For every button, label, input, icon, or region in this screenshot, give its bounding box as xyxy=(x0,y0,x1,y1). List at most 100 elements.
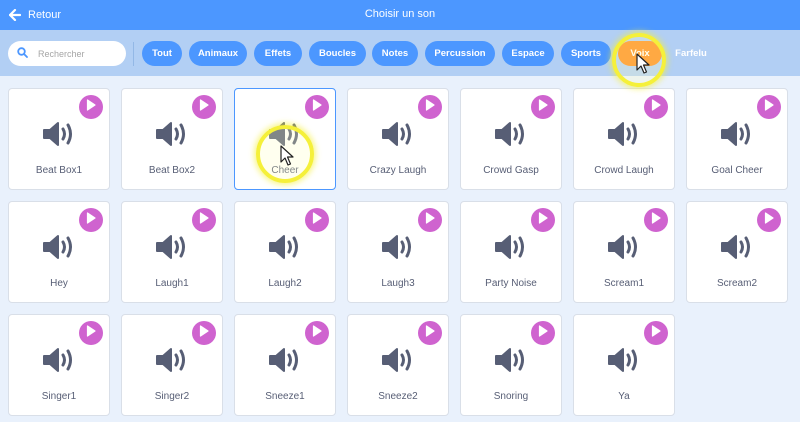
sound-tile[interactable]: Goal Cheer xyxy=(686,88,788,190)
sound-tile[interactable]: Crowd Gasp xyxy=(460,88,562,190)
filter-animaux[interactable]: Animaux xyxy=(189,41,247,66)
play-button[interactable] xyxy=(531,95,555,119)
play-button[interactable] xyxy=(192,95,216,119)
speaker-icon xyxy=(42,119,80,154)
sound-label: Goal Cheer xyxy=(711,165,763,176)
speaker-icon xyxy=(155,232,193,267)
sound-tile[interactable]: Snoring xyxy=(460,314,562,416)
page-title: Choisir un son xyxy=(364,8,436,20)
speaker-icon xyxy=(42,345,80,380)
play-button[interactable] xyxy=(644,321,668,345)
filter-voix[interactable]: Voix xyxy=(618,41,662,66)
sound-tile[interactable]: Scream1 xyxy=(573,201,675,303)
sound-label: Snoring xyxy=(493,391,529,402)
sound-tile[interactable]: Crowd Laugh xyxy=(573,88,675,190)
sound-tile[interactable]: Laugh2 xyxy=(234,201,336,303)
sound-label: Beat Box1 xyxy=(35,165,83,176)
sound-tile[interactable]: Beat Box1 xyxy=(8,88,110,190)
play-icon xyxy=(425,324,435,342)
speaker-icon xyxy=(381,232,419,267)
play-icon xyxy=(538,211,548,229)
play-button[interactable] xyxy=(644,208,668,232)
play-button[interactable] xyxy=(305,208,329,232)
search-input[interactable] xyxy=(38,48,118,59)
sound-tile[interactable]: Crazy Laugh xyxy=(347,88,449,190)
speaker-icon xyxy=(381,119,419,154)
speaker-icon xyxy=(381,345,419,380)
play-button[interactable] xyxy=(79,208,103,232)
play-icon xyxy=(199,98,209,116)
sound-tile[interactable]: Cheer xyxy=(234,88,336,190)
filter-divider xyxy=(133,42,134,66)
play-icon xyxy=(538,98,548,116)
filter-bar: Tout Animaux Effets Boucles Notes Percus… xyxy=(0,30,800,76)
filter-percussion[interactable]: Percussion xyxy=(425,41,495,66)
speaker-icon xyxy=(607,345,645,380)
filter-sports[interactable]: Sports xyxy=(561,41,611,66)
play-icon xyxy=(312,211,322,229)
play-button[interactable] xyxy=(418,321,442,345)
filter-effets[interactable]: Effets xyxy=(254,41,302,66)
sound-tile[interactable]: Scream2 xyxy=(686,201,788,303)
sound-label: Laugh2 xyxy=(268,278,302,289)
sound-label: Sneeze1 xyxy=(265,391,305,402)
sound-tile[interactable]: Singer2 xyxy=(121,314,223,416)
speaker-icon xyxy=(720,232,758,267)
speaker-icon xyxy=(155,119,193,154)
play-button[interactable] xyxy=(757,208,781,232)
play-icon xyxy=(86,211,96,229)
header-bar: Retour Choisir un son xyxy=(0,0,800,30)
filter-espace[interactable]: Espace xyxy=(502,41,554,66)
sound-label: Cheer xyxy=(271,165,299,176)
play-button[interactable] xyxy=(757,95,781,119)
play-button[interactable] xyxy=(192,208,216,232)
search-box[interactable] xyxy=(8,41,126,66)
filter-tout[interactable]: Tout xyxy=(142,41,182,66)
speaker-icon xyxy=(268,345,306,380)
speaker-icon xyxy=(268,119,306,154)
play-icon xyxy=(86,98,96,116)
speaker-icon xyxy=(494,232,532,267)
sound-label: Crowd Gasp xyxy=(483,165,539,176)
play-button[interactable] xyxy=(79,95,103,119)
sound-label: Sneeze2 xyxy=(378,391,418,402)
play-button[interactable] xyxy=(192,321,216,345)
sound-tile[interactable]: Sneeze1 xyxy=(234,314,336,416)
sound-tile[interactable]: Laugh1 xyxy=(121,201,223,303)
play-button[interactable] xyxy=(418,208,442,232)
filter-notes[interactable]: Notes xyxy=(372,41,418,66)
filter-farfelu[interactable]: Farfelu xyxy=(667,41,715,66)
sound-label: Scream2 xyxy=(716,278,757,289)
speaker-icon xyxy=(268,232,306,267)
play-button[interactable] xyxy=(531,321,555,345)
filter-boucles[interactable]: Boucles xyxy=(309,41,366,66)
sound-label: Beat Box2 xyxy=(148,165,196,176)
play-icon xyxy=(312,324,322,342)
play-icon xyxy=(538,324,548,342)
play-button[interactable] xyxy=(305,95,329,119)
play-button[interactable] xyxy=(305,321,329,345)
play-button[interactable] xyxy=(644,95,668,119)
sound-label: Crazy Laugh xyxy=(369,165,427,176)
play-icon xyxy=(651,98,661,116)
play-icon xyxy=(425,98,435,116)
sound-label: Party Noise xyxy=(485,278,537,289)
sound-tile[interactable]: Sneeze2 xyxy=(347,314,449,416)
sound-tile[interactable]: Hey xyxy=(8,201,110,303)
sound-tile[interactable]: Ya xyxy=(573,314,675,416)
sound-tile[interactable]: Party Noise xyxy=(460,201,562,303)
speaker-icon xyxy=(607,119,645,154)
sound-label: Ya xyxy=(618,391,630,402)
sound-tile[interactable]: Beat Box2 xyxy=(121,88,223,190)
sound-label: Hey xyxy=(50,278,68,289)
play-button[interactable] xyxy=(418,95,442,119)
search-icon xyxy=(17,45,28,63)
sound-tile[interactable]: Singer1 xyxy=(8,314,110,416)
sound-label: Singer2 xyxy=(154,391,190,402)
sound-tile[interactable]: Laugh3 xyxy=(347,201,449,303)
sound-label: Scream1 xyxy=(603,278,644,289)
play-icon xyxy=(764,211,774,229)
play-button[interactable] xyxy=(531,208,555,232)
play-button[interactable] xyxy=(79,321,103,345)
sound-label: Laugh3 xyxy=(381,278,415,289)
